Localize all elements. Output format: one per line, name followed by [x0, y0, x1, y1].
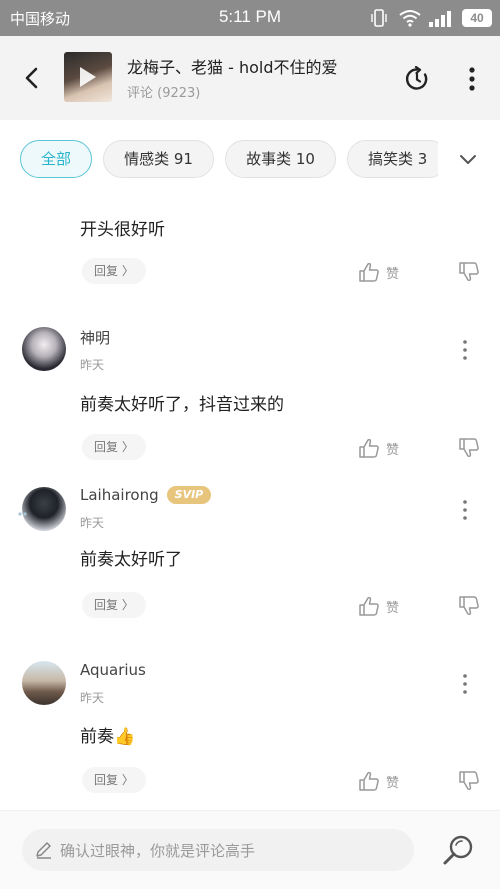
reply-button[interactable]: 回复 〉 [82, 258, 146, 284]
thumb-up-icon [359, 438, 379, 458]
battery-indicator: 40 [462, 9, 492, 27]
tab-emotion[interactable]: 情感类 91 [103, 140, 214, 178]
thumb-up-icon [359, 771, 379, 791]
status-bar: 中国移动 5:11 PM 40 [0, 0, 500, 36]
clock: 5:11 PM [218, 7, 282, 26]
reply-button[interactable]: 回复 〉 [82, 434, 146, 460]
play-icon [80, 67, 96, 87]
username[interactable]: 神明 [80, 327, 110, 348]
comment-item: Aquarius 昨天 前奏👍 回复 〉 赞 [0, 661, 500, 810]
pen-icon [36, 842, 51, 859]
thumb-down-icon[interactable] [458, 437, 480, 459]
filter-tabs: 全部 情感类 91 故事类 10 搞笑类 3 [20, 140, 438, 178]
comment-filter-bar: 全部 情感类 91 故事类 10 搞笑类 3 [0, 120, 500, 196]
comment-item: 神明 昨天 前奏太好听了，抖音过来的 回复 〉 赞 [0, 324, 500, 474]
avatar[interactable] [22, 327, 66, 371]
svip-badge: SVIP [166, 486, 212, 504]
like-button[interactable]: 赞 [358, 594, 404, 618]
comment-date: 昨天 [80, 516, 105, 530]
tab-funny[interactable]: 搞笑类 3 [347, 140, 438, 178]
more-vertical-icon[interactable] [462, 65, 482, 93]
like-label: 赞 [386, 601, 400, 616]
comment-text: 前奏太好听了，抖音过来的 [80, 395, 284, 415]
song-title: 龙梅子、老猫 - hold不住的爱 [127, 58, 338, 77]
tab-all[interactable]: 全部 [20, 140, 93, 178]
comment-date: 昨天 [80, 691, 105, 705]
search-icon[interactable] [440, 833, 476, 869]
username-text: Laihairong [80, 486, 159, 504]
username[interactable]: Laihairong SVIP [80, 486, 212, 504]
username[interactable]: Aquarius [80, 661, 146, 679]
comment-date: 昨天 [80, 358, 105, 372]
thumb-up-icon [359, 596, 379, 616]
comment-input-bar: 确认过眼神，你就是评论高手 [0, 810, 500, 889]
comment-input[interactable]: 确认过眼神，你就是评论高手 [22, 829, 414, 871]
chevron-down-icon[interactable] [458, 153, 478, 167]
refresh-icon[interactable] [404, 66, 430, 92]
like-button[interactable]: 赞 [358, 436, 404, 460]
thumb-up-icon [359, 262, 379, 282]
more-vertical-icon[interactable] [458, 499, 472, 521]
comment-input-placeholder: 确认过眼神，你就是评论高手 [60, 842, 256, 860]
like-label: 赞 [386, 443, 400, 458]
comment-list: 开头很好听 回复 〉 赞 神明 昨天 前奏太好听了，抖音过来的 回复 〉 赞 L… [0, 196, 500, 810]
like-label: 赞 [386, 267, 400, 282]
more-vertical-icon[interactable] [458, 673, 472, 695]
thread-indicator [18, 512, 27, 516]
back-arrow-icon[interactable] [18, 64, 46, 92]
avatar[interactable] [22, 487, 66, 531]
comment-count: 评论 (9223) [127, 86, 201, 101]
avatar[interactable] [22, 661, 66, 705]
comment-text: 前奏太好听了 [80, 550, 182, 570]
album-cover[interactable] [64, 52, 112, 102]
comment-text: 开头很好听 [80, 220, 165, 240]
thumb-down-icon[interactable] [458, 595, 480, 617]
reply-button[interactable]: 回复 〉 [82, 592, 146, 618]
like-label: 赞 [386, 776, 400, 791]
signal-icon [429, 11, 451, 27]
vibrate-icon [371, 9, 387, 27]
more-vertical-icon[interactable] [458, 339, 472, 361]
reply-button[interactable]: 回复 〉 [82, 767, 146, 793]
like-button[interactable]: 赞 [358, 769, 404, 793]
comment-item: 开头很好听 回复 〉 赞 [0, 196, 500, 316]
thumb-down-icon[interactable] [458, 261, 480, 283]
comment-text: 前奏👍 [80, 727, 136, 747]
comment-item: Laihairong SVIP 昨天 前奏太好听了 回复 〉 赞 [0, 484, 500, 634]
thumb-down-icon[interactable] [458, 770, 480, 792]
tab-story[interactable]: 故事类 10 [225, 140, 336, 178]
wifi-icon [399, 10, 421, 27]
like-button[interactable]: 赞 [358, 260, 404, 284]
song-header: 龙梅子、老猫 - hold不住的爱 评论 (9223) [0, 36, 500, 120]
